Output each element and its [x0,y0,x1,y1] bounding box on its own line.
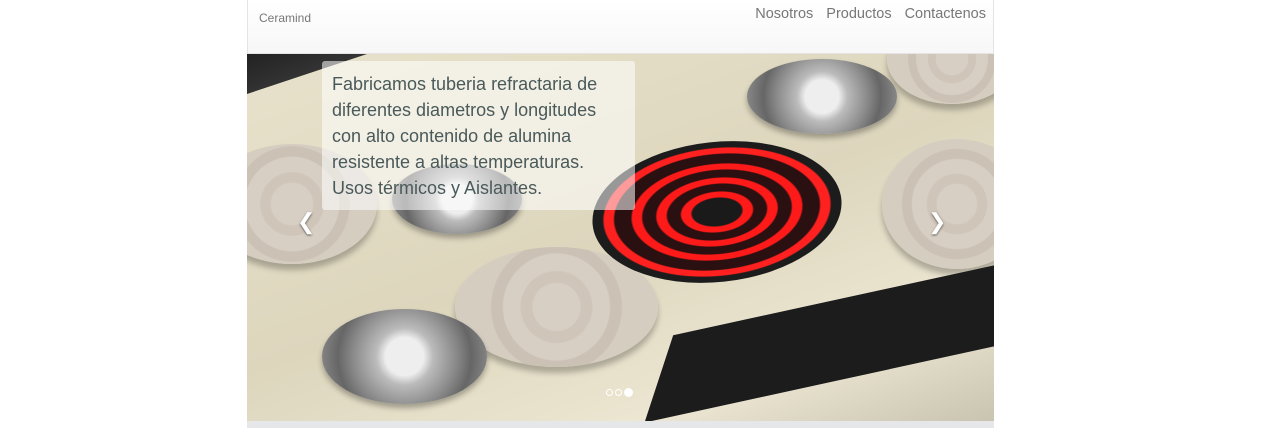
nav-productos[interactable]: Productos [826,6,891,22]
nav-contactenos[interactable]: Contactenos [905,6,986,22]
indicator-1[interactable] [606,389,613,396]
chevron-left-icon[interactable]: ❮ [297,209,315,235]
indicator-3-active[interactable] [624,388,633,397]
indicator-2[interactable] [615,389,622,396]
nav-links: Nosotros Productos Contactenos [755,6,986,22]
section-divider [247,421,994,428]
carousel-indicators [606,388,633,397]
chevron-right-icon[interactable]: ❯ [928,209,946,235]
nav-nosotros[interactable]: Nosotros [755,6,813,22]
page-container: Ceramind Nosotros Productos Contactenos … [247,0,994,428]
brand-link[interactable]: Ceramind [259,11,311,25]
carousel-caption: Fabricamos tuberia refractaria de difere… [322,61,635,210]
navbar: Ceramind Nosotros Productos Contactenos [247,0,994,54]
carousel: Fabricamos tuberia refractaria de difere… [247,54,994,421]
